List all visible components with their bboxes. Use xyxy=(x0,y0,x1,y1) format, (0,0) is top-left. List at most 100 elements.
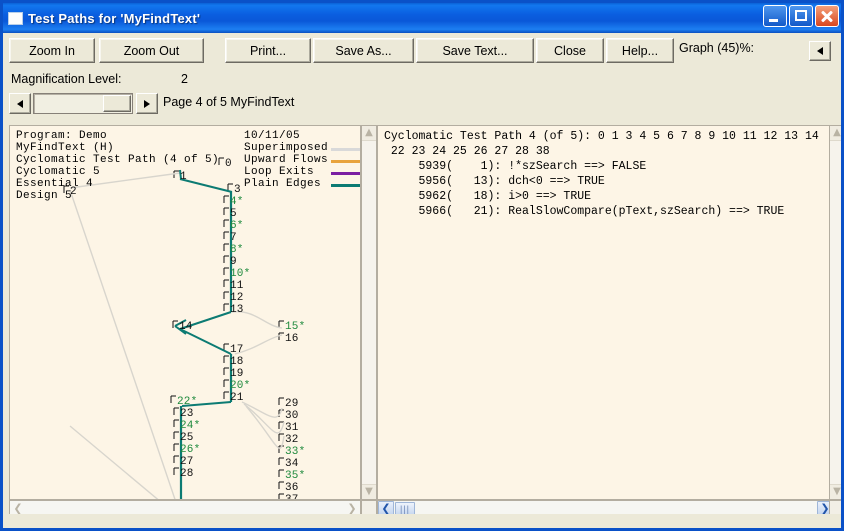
graph-node-24star: 24* xyxy=(180,420,201,432)
chevron-down-icon: ▼ xyxy=(833,486,841,497)
test-path-text: Cyclomatic Test Path 4 (of 5): 0 1 3 4 5… xyxy=(378,126,833,499)
triangle-right-icon xyxy=(144,99,150,108)
help-button[interactable]: Help... xyxy=(606,38,674,63)
page-slider-thumb[interactable] xyxy=(103,95,131,112)
graph-node-33star: 33* xyxy=(285,446,306,458)
chevron-up-icon: ▲ xyxy=(833,127,841,138)
graph-node-7: 7 xyxy=(230,232,237,244)
graph-header-line: Essential 4 xyxy=(16,178,94,190)
legend-label: Loop Exits xyxy=(244,166,315,178)
superimposed-edge xyxy=(245,405,285,449)
graph-node-21: 21 xyxy=(230,392,244,404)
graph-percent-spinner-button[interactable] xyxy=(809,41,831,61)
graph-node-6star: 6* xyxy=(230,220,244,232)
graph-node-15star: 15* xyxy=(285,321,306,333)
window-icon xyxy=(8,11,23,25)
path-edge xyxy=(179,178,233,193)
triangle-left-icon xyxy=(17,99,23,108)
graph-node-10star: 10* xyxy=(230,268,251,280)
window-title: Test Paths for 'MyFindText' xyxy=(28,10,201,26)
close-icon xyxy=(816,6,838,26)
graph-node-2: 2 xyxy=(70,186,77,198)
graph-node-29: 29 xyxy=(285,398,299,410)
text-line: 5966( 21): RealSlowCompare(pText,szSearc… xyxy=(384,205,785,218)
graph-scroll-down-button[interactable]: ▼ xyxy=(362,484,376,499)
graph-panel[interactable]: Program: Demo MyFindText (H) Cyclomatic Te… xyxy=(9,125,361,500)
application-window: Test Paths for 'MyFindText' Zoom In Zoom… xyxy=(0,0,844,531)
graph-node-11: 11 xyxy=(230,280,244,292)
graph-node-35star: 35* xyxy=(285,470,306,482)
superimposed-edge xyxy=(69,189,176,499)
chevron-up-icon: ▲ xyxy=(365,127,373,138)
graph-node-13: 13 xyxy=(230,304,244,316)
superimposed-edge xyxy=(69,425,159,499)
text-vertical-scrollbar[interactable]: ▲ ▼ xyxy=(829,125,841,500)
title-bar: Test Paths for 'MyFindText' xyxy=(3,3,841,33)
page-slider-row: Page 4 of 5 MyFindText xyxy=(3,93,841,119)
text-line: Cyclomatic Test Path 4 (of 5): 0 1 3 4 5… xyxy=(384,130,819,143)
legend-label: Plain Edges xyxy=(244,178,322,190)
graph-node-16: 16 xyxy=(285,333,299,345)
zoom-in-button[interactable]: Zoom In xyxy=(9,38,95,63)
text-scroll-down-button[interactable]: ▼ xyxy=(830,484,841,499)
graph-percent-label: Graph (45)%: xyxy=(679,41,755,55)
graph-node-12: 12 xyxy=(230,292,244,304)
graph-node-18: 18 xyxy=(230,356,244,368)
text-line: 22 23 24 25 26 27 28 38 xyxy=(384,145,550,158)
text-panel[interactable]: Cyclomatic Test Path 4 (of 5): 0 1 3 4 5… xyxy=(377,125,834,500)
triangle-left-icon xyxy=(817,47,823,55)
graph-node-9: 9 xyxy=(230,256,237,268)
maximize-button[interactable] xyxy=(789,5,813,27)
graph-node-25: 25 xyxy=(180,432,194,444)
graph-node-4star: 4* xyxy=(230,196,244,208)
zoom-out-button[interactable]: Zoom Out xyxy=(99,38,204,63)
graph-node-34: 34 xyxy=(285,458,299,470)
save-as-button[interactable]: Save As... xyxy=(313,38,414,63)
graph-canvas: Program: Demo MyFindText (H) Cyclomatic Te… xyxy=(10,126,360,499)
graph-scroll-up-button[interactable]: ▲ xyxy=(362,126,376,141)
grip-icon: ||| xyxy=(399,503,410,514)
legend-label: Superimposed xyxy=(244,142,329,154)
text-line: 5939( 1): !*szSearch ==> FALSE xyxy=(384,160,647,173)
graph-node-19: 19 xyxy=(230,368,244,380)
page-prev-button[interactable] xyxy=(9,93,31,114)
graph-node-22star: 22* xyxy=(177,396,198,408)
text-scroll-up-button[interactable]: ▲ xyxy=(830,126,841,141)
graph-date: 10/11/05 xyxy=(244,130,301,142)
magnification-label: Magnification Level: xyxy=(11,72,122,86)
close-button[interactable] xyxy=(815,5,839,27)
graph-node-26star: 26* xyxy=(180,444,201,456)
legend-swatch-superimposed xyxy=(331,148,360,151)
graph-header-line: Program: Demo xyxy=(16,130,108,142)
graph-node-37: 37 xyxy=(285,494,299,499)
legend-swatch-loop-exits xyxy=(331,172,360,175)
chevron-down-icon: ▼ xyxy=(365,486,373,497)
minimize-button[interactable] xyxy=(763,5,787,27)
status-bar xyxy=(3,514,841,528)
minimize-icon xyxy=(764,6,786,26)
graph-node-32: 32 xyxy=(285,434,299,446)
graph-node-28: 28 xyxy=(180,468,194,480)
graph-node-1: 1 xyxy=(180,171,187,183)
window-controls xyxy=(763,5,839,27)
maximize-icon xyxy=(790,6,812,26)
save-text-button[interactable]: Save Text... xyxy=(416,38,534,63)
graph-node-36: 36 xyxy=(285,482,299,494)
graph-node-3: 3 xyxy=(234,184,241,196)
graph-node-27: 27 xyxy=(180,456,194,468)
graph-node-17: 17 xyxy=(230,344,244,356)
graph-node-31: 31 xyxy=(285,422,299,434)
print-button[interactable]: Print... xyxy=(225,38,311,63)
close-action-button[interactable]: Close xyxy=(536,38,604,63)
magnification-value: 2 xyxy=(181,72,188,86)
page-slider-track[interactable] xyxy=(33,93,133,114)
graph-header-line: Cyclomatic Test Path (4 of 5) xyxy=(16,154,220,166)
graph-node-23: 23 xyxy=(180,408,194,420)
legend-label: Upward Flows xyxy=(244,154,329,166)
graph-header-line: Design 5 xyxy=(16,190,73,202)
graph-vertical-scrollbar[interactable]: ▲ ▼ xyxy=(361,125,377,500)
graph-node-5: 5 xyxy=(230,208,237,220)
page-indicator: Page 4 of 5 MyFindText xyxy=(163,95,295,109)
legend-swatch-upward-flows xyxy=(331,160,360,163)
page-next-button[interactable] xyxy=(136,93,158,114)
